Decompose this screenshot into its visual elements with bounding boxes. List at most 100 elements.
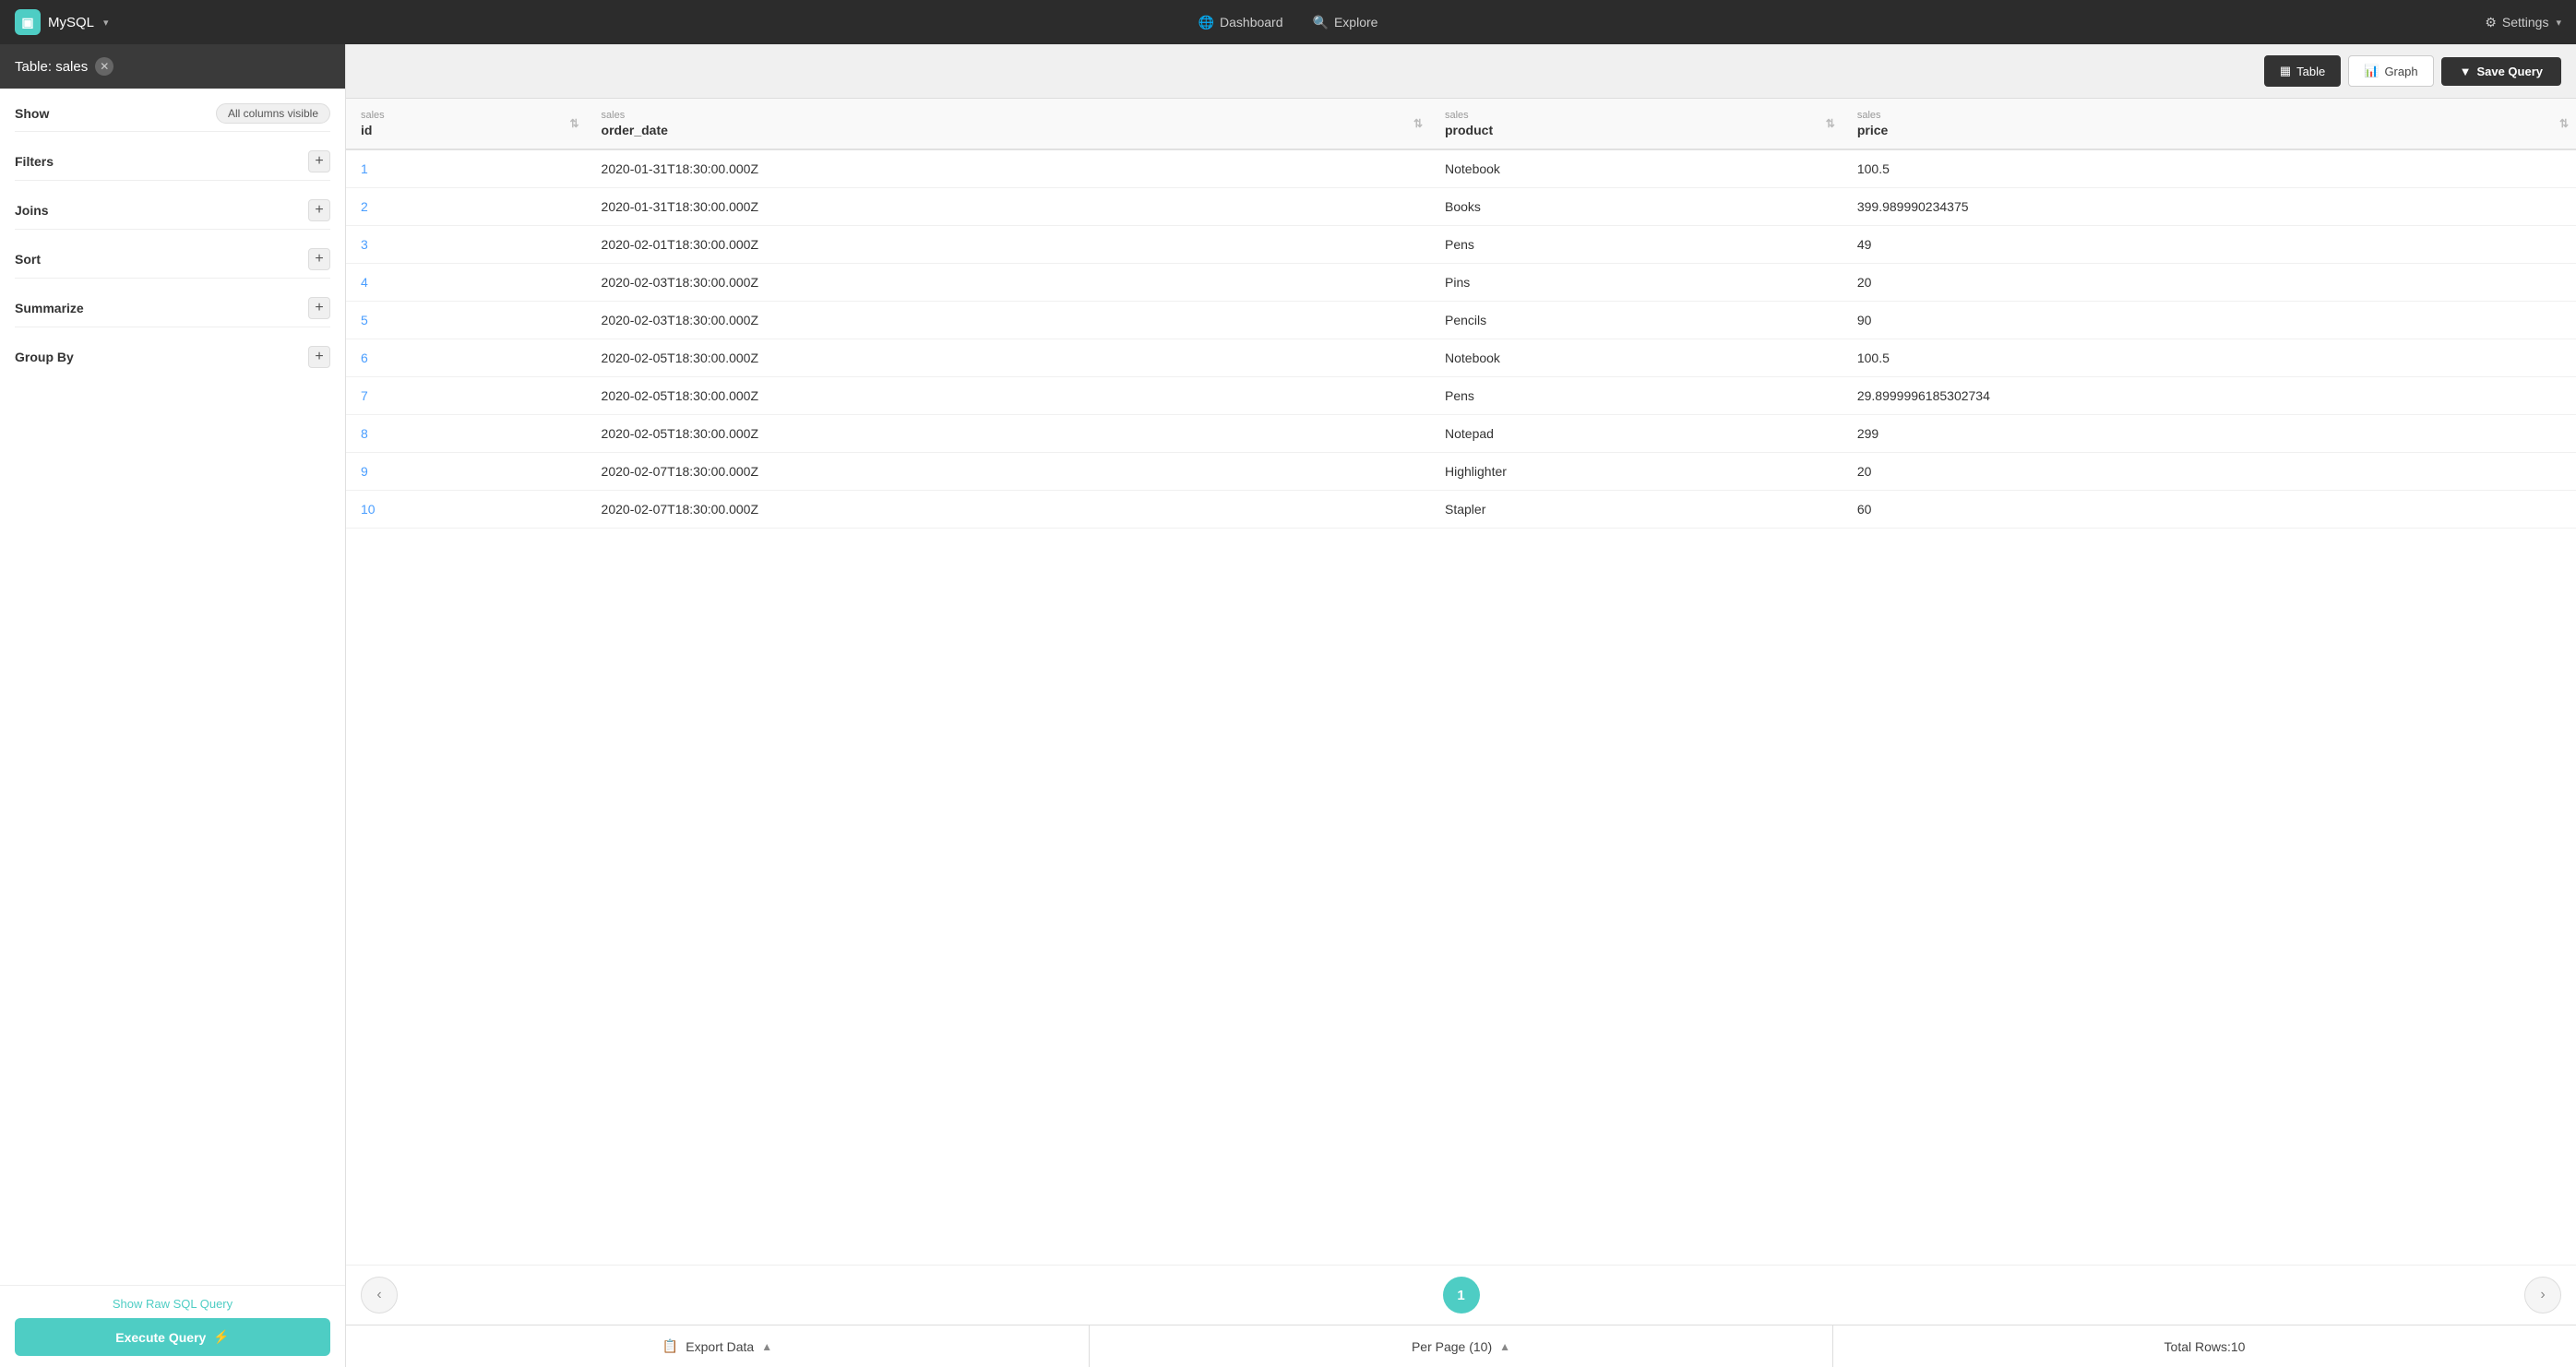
add-join-button[interactable]: + xyxy=(308,199,330,221)
nav-settings[interactable]: ⚙ Settings ▾ xyxy=(2485,15,2561,30)
db-chevron: ▾ xyxy=(103,17,109,29)
settings-chevron: ▾ xyxy=(2556,17,2561,29)
cell-order-date: 2020-01-31T18:30:00.000Z xyxy=(587,149,1430,188)
add-filter-button[interactable]: + xyxy=(308,150,330,172)
cell-order-date: 2020-02-05T18:30:00.000Z xyxy=(587,415,1430,453)
table-header: sales id ⇅ sales order_date ⇅ sales prod… xyxy=(346,99,2576,149)
table-row: 82020-02-05T18:30:00.000ZNotepad299 xyxy=(346,415,2576,453)
sort-id-icon[interactable]: ⇅ xyxy=(569,117,578,130)
table-view-button[interactable]: ▦ Table xyxy=(2264,55,2341,87)
joins-label: Joins xyxy=(15,203,49,218)
table-row: 92020-02-07T18:30:00.000ZHighlighter20 xyxy=(346,453,2576,491)
add-summarize-button[interactable]: + xyxy=(308,297,330,319)
data-table: sales id ⇅ sales order_date ⇅ sales prod… xyxy=(346,99,2576,529)
nav-dashboard[interactable]: 🌐 Dashboard xyxy=(1199,15,1283,30)
graph-label: Graph xyxy=(2384,65,2417,78)
execute-query-button[interactable]: Execute Query ⚡ xyxy=(15,1318,330,1356)
row-id-link[interactable]: 9 xyxy=(361,464,368,479)
cell-product: Notebook xyxy=(1430,149,1843,188)
col-price: sales price ⇅ xyxy=(1843,99,2576,149)
row-id-link[interactable]: 3 xyxy=(361,237,368,252)
sort-product-icon[interactable]: ⇅ xyxy=(1826,117,1835,130)
row-id-link[interactable]: 4 xyxy=(361,275,368,290)
prev-page-button[interactable]: ‹ xyxy=(361,1277,398,1314)
sidebar-groupby-section: Group By + xyxy=(15,346,330,368)
total-rows: Total Rows:10 xyxy=(1833,1325,2576,1367)
export-data-button[interactable]: 📋 Export Data ▲ xyxy=(346,1325,1090,1367)
show-sql-link[interactable]: Show Raw SQL Query xyxy=(15,1297,330,1311)
cell-id: 4 xyxy=(346,264,587,302)
graph-view-button[interactable]: 📊 Graph xyxy=(2348,55,2433,87)
bottom-bar: 📋 Export Data ▲ Per Page (10) ▲ Total Ro… xyxy=(346,1325,2576,1367)
sidebar-close-button[interactable]: ✕ xyxy=(95,57,113,76)
cell-product: Pens xyxy=(1430,226,1843,264)
row-id-link[interactable]: 7 xyxy=(361,388,368,403)
row-id-link[interactable]: 2 xyxy=(361,199,368,214)
cell-id: 3 xyxy=(346,226,587,264)
cell-price: 49 xyxy=(1843,226,2576,264)
cell-price: 29.8999996185302734 xyxy=(1843,377,2576,415)
sort-price-icon[interactable]: ⇅ xyxy=(2559,117,2569,130)
show-label: Show xyxy=(15,106,49,121)
cell-price: 20 xyxy=(1843,453,2576,491)
groupby-label: Group By xyxy=(15,350,74,364)
table-row: 52020-02-03T18:30:00.000ZPencils90 xyxy=(346,302,2576,339)
cell-product: Notebook xyxy=(1430,339,1843,377)
cell-order-date: 2020-02-01T18:30:00.000Z xyxy=(587,226,1430,264)
cell-price: 100.5 xyxy=(1843,339,2576,377)
cell-id: 9 xyxy=(346,453,587,491)
pagination-row: ‹ 1 › xyxy=(346,1265,2576,1325)
add-groupby-button[interactable]: + xyxy=(308,346,330,368)
table-row: 1 2020-01-31T18:30:00.000ZNotebook100.5 xyxy=(346,149,2576,188)
table-row: 102020-02-07T18:30:00.000ZStapler60 xyxy=(346,491,2576,529)
row-id-link[interactable]: 10 xyxy=(361,502,376,517)
row-id-link[interactable]: 1 xyxy=(361,161,368,176)
current-page[interactable]: 1 xyxy=(1443,1277,1480,1314)
row-id-link[interactable]: 5 xyxy=(361,313,368,327)
nav-center: 🌐 Dashboard 🔍 Explore xyxy=(1199,15,1378,30)
filters-section-header: Filters + xyxy=(15,150,330,172)
sidebar-joins-section: Joins + xyxy=(15,199,330,230)
cell-price: 399.989990234375 xyxy=(1843,188,2576,226)
sort-order-date-icon[interactable]: ⇅ xyxy=(1413,117,1423,130)
cell-price: 90 xyxy=(1843,302,2576,339)
sidebar-footer: Show Raw SQL Query Execute Query ⚡ xyxy=(0,1285,345,1367)
cell-order-date: 2020-02-05T18:30:00.000Z xyxy=(587,339,1430,377)
filters-divider xyxy=(15,180,330,181)
top-nav: ▣ MySQL ▾ 🌐 Dashboard 🔍 Explore ⚙ Settin… xyxy=(0,0,2576,44)
explore-label: Explore xyxy=(1334,15,1377,30)
summarize-section-header: Summarize + xyxy=(15,297,330,319)
execute-icon: ⚡ xyxy=(213,1329,229,1345)
nav-brand[interactable]: ▣ MySQL ▾ xyxy=(15,9,109,35)
table-row: 22020-01-31T18:30:00.000ZBooks399.989990… xyxy=(346,188,2576,226)
cell-order-date: 2020-02-05T18:30:00.000Z xyxy=(587,377,1430,415)
save-query-button[interactable]: ▼ Save Query xyxy=(2441,57,2561,86)
nav-explore[interactable]: 🔍 Explore xyxy=(1313,15,1378,30)
cell-price: 20 xyxy=(1843,264,2576,302)
cell-id: 10 xyxy=(346,491,587,529)
row-id-link[interactable]: 6 xyxy=(361,351,368,365)
col-product: sales product ⇅ xyxy=(1430,99,1843,149)
cell-order-date: 2020-02-07T18:30:00.000Z xyxy=(587,491,1430,529)
sidebar-show-section: Show All columns visible xyxy=(15,103,330,132)
sidebar-sort-section: Sort + xyxy=(15,248,330,279)
per-page-button[interactable]: Per Page (10) ▲ xyxy=(1090,1325,1833,1367)
content-area: ▦ Table 📊 Graph ▼ Save Query sales id xyxy=(346,44,2576,1367)
save-query-filter-icon: ▼ xyxy=(2460,65,2472,78)
cell-product: Highlighter xyxy=(1430,453,1843,491)
add-sort-button[interactable]: + xyxy=(308,248,330,270)
filters-label: Filters xyxy=(15,154,54,169)
cell-id: 8 xyxy=(346,415,587,453)
col-order-date: sales order_date ⇅ xyxy=(587,99,1430,149)
total-rows-label: Total Rows:10 xyxy=(2165,1339,2246,1354)
all-columns-button[interactable]: All columns visible xyxy=(216,103,330,124)
next-page-button[interactable]: › xyxy=(2524,1277,2561,1314)
cell-price: 100.5 xyxy=(1843,149,2576,188)
show-divider xyxy=(15,131,330,132)
cell-id: 1 xyxy=(346,149,587,188)
cell-id: 7 xyxy=(346,377,587,415)
cell-product: Pins xyxy=(1430,264,1843,302)
row-id-link[interactable]: 8 xyxy=(361,426,368,441)
sidebar-body: Show All columns visible Filters + Joins… xyxy=(0,89,345,1285)
cell-product: Notepad xyxy=(1430,415,1843,453)
